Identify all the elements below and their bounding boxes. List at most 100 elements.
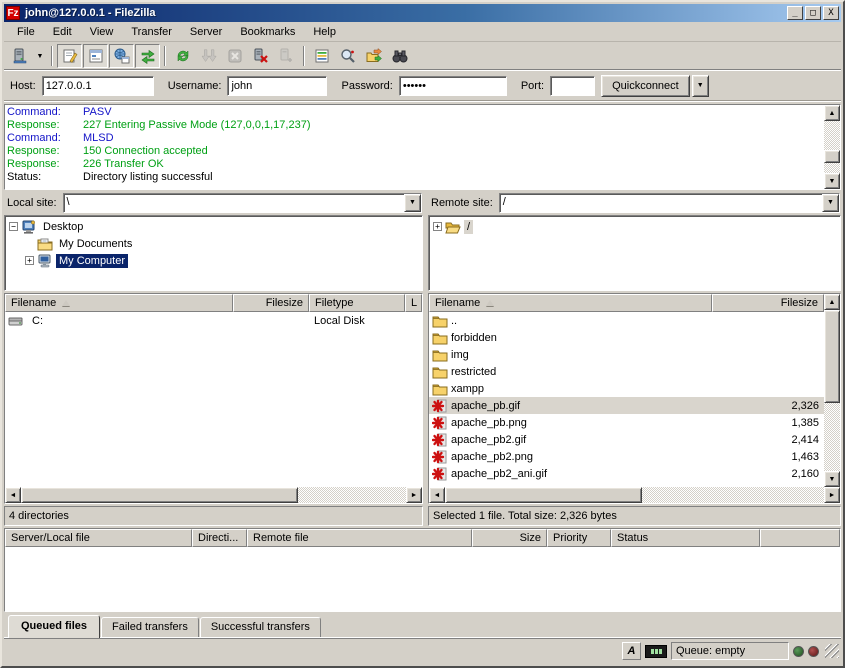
refresh-button[interactable] (170, 44, 195, 68)
tree-item-root[interactable]: + / (430, 218, 839, 235)
file-name: apache_pb2.gif (451, 434, 712, 446)
column-header-filename[interactable]: Filename (5, 294, 233, 312)
scroll-down-icon[interactable]: ▼ (824, 173, 840, 189)
expand-icon[interactable]: + (25, 256, 34, 265)
menu-server[interactable]: Server (181, 24, 231, 40)
port-input[interactable] (550, 76, 595, 96)
column-header-lastmodified[interactable]: L (405, 294, 422, 312)
scroll-left-icon[interactable]: ◄ (5, 487, 21, 503)
menu-transfer[interactable]: Transfer (122, 24, 181, 40)
menu-help[interactable]: Help (304, 24, 345, 40)
status-bar: A Queue: empty (4, 637, 841, 664)
remote-file-row[interactable]: xampp (429, 380, 824, 397)
scroll-up-icon[interactable]: ▲ (824, 105, 840, 121)
chevron-down-icon[interactable]: ▼ (404, 194, 421, 212)
remote-file-row[interactable]: .. (429, 312, 824, 329)
close-button[interactable]: X (823, 6, 839, 20)
column-header-filesize[interactable]: Filesize (233, 294, 309, 312)
minimize-button[interactable]: _ (787, 6, 803, 20)
image-file-icon (432, 449, 448, 465)
column-header-server-local-file[interactable]: Server/Local file (5, 529, 192, 547)
column-header-filename[interactable]: Filename (429, 294, 712, 312)
tab-queued-files[interactable]: Queued files (8, 615, 100, 638)
directory-comparison-button[interactable] (387, 44, 412, 68)
remote-file-row[interactable]: restricted (429, 363, 824, 380)
scroll-down-icon[interactable]: ▼ (824, 471, 840, 487)
host-input[interactable] (42, 76, 154, 96)
remote-file-row[interactable]: apache_pb2.png1,463 (429, 448, 824, 465)
activity-led-green-icon (793, 646, 804, 657)
remote-file-row[interactable]: apache_pb.png1,385 (429, 414, 824, 431)
cancel-button[interactable] (222, 44, 247, 68)
reconnect-button[interactable] (274, 44, 299, 68)
quickconnect-button[interactable]: Quickconnect (601, 75, 690, 97)
remote-file-row[interactable]: apache_pb2.gif2,414 (429, 431, 824, 448)
column-header-status[interactable]: Status (611, 529, 760, 547)
password-input[interactable] (399, 76, 507, 96)
column-header-filetype[interactable]: Filetype (309, 294, 405, 312)
directory-filters-button[interactable] (309, 44, 334, 68)
sort-ascending-icon (486, 300, 494, 306)
remote-horizontal-scrollbar[interactable]: ◄ ► (429, 487, 840, 503)
password-label: Password: (341, 80, 392, 92)
log-label: Response: (7, 158, 83, 171)
menu-bookmarks[interactable]: Bookmarks (231, 24, 304, 40)
username-label: Username: (168, 80, 222, 92)
menu-file[interactable]: File (8, 24, 44, 40)
column-header-direction[interactable]: Directi... (192, 529, 247, 547)
collapse-icon[interactable]: − (9, 222, 18, 231)
site-manager-icon (12, 48, 28, 64)
username-input[interactable] (227, 76, 327, 96)
resize-grip[interactable] (825, 644, 839, 658)
speed-limits-icon[interactable] (645, 645, 667, 658)
toggle-transfer-queue-button[interactable] (135, 44, 160, 68)
local-file-row[interactable]: C: Local Disk (5, 312, 422, 329)
tab-successful-transfers[interactable]: Successful transfers (200, 617, 321, 637)
column-header-remote-file[interactable]: Remote file (247, 529, 472, 547)
site-manager-button[interactable] (7, 44, 32, 68)
column-header-filesize[interactable]: Filesize (712, 294, 824, 312)
transfer-type-ascii-icon[interactable]: A (622, 642, 641, 660)
log-vertical-scrollbar[interactable]: ▲ ▼ (824, 105, 840, 189)
tree-item-label: My Computer (56, 254, 128, 268)
menu-view[interactable]: View (81, 24, 123, 40)
local-site-combo[interactable]: \ ▼ (63, 193, 422, 213)
maximize-button[interactable]: □ (805, 6, 821, 20)
file-search-button[interactable] (335, 44, 360, 68)
tab-failed-transfers[interactable]: Failed transfers (101, 617, 199, 637)
toggle-remote-tree-button[interactable] (109, 44, 134, 68)
open-folder-icon (445, 219, 461, 235)
quickconnect-dropdown-button[interactable]: ▼ (692, 75, 709, 97)
toggle-message-log-button[interactable] (57, 44, 82, 68)
scroll-up-icon[interactable]: ▲ (824, 294, 840, 310)
log-text: MLSD (83, 132, 114, 145)
tree-item-my-computer[interactable]: + My Computer (6, 252, 421, 269)
file-size: 2,326 (712, 400, 824, 412)
scroll-left-icon[interactable]: ◄ (429, 487, 445, 503)
remote-vertical-scrollbar[interactable]: ▲ ▼ (824, 294, 840, 487)
scroll-right-icon[interactable]: ► (824, 487, 840, 503)
menu-edit[interactable]: Edit (44, 24, 81, 40)
local-horizontal-scrollbar[interactable]: ◄ ► (5, 487, 422, 503)
image-file-icon (432, 398, 448, 414)
remote-file-row-selected[interactable]: apache_pb.gif2,326 (429, 397, 824, 414)
message-log-body: Command:PASV Response:227 Entering Passi… (5, 105, 824, 189)
scroll-right-icon[interactable]: ► (406, 487, 422, 503)
chevron-down-icon[interactable]: ▼ (822, 194, 839, 212)
tree-item-desktop[interactable]: − Desktop (6, 218, 421, 235)
folder-icon (432, 347, 448, 363)
disconnect-button[interactable] (248, 44, 273, 68)
site-manager-dropdown-button[interactable]: ▼ (33, 44, 47, 68)
remote-file-row[interactable]: forbidden (429, 329, 824, 346)
synchronized-browsing-button[interactable] (361, 44, 386, 68)
column-header-size[interactable]: Size (472, 529, 547, 547)
tree-item-my-documents[interactable]: My Documents (6, 235, 421, 252)
remote-file-row[interactable]: apache_pb2_ani.gif2,160 (429, 465, 824, 482)
process-queue-button[interactable] (196, 44, 221, 68)
column-header-priority[interactable]: Priority (547, 529, 611, 547)
toggle-local-tree-button[interactable] (83, 44, 108, 68)
remote-site-combo[interactable]: / ▼ (499, 193, 840, 213)
expand-icon[interactable]: + (433, 222, 442, 231)
remote-file-row[interactable]: img (429, 346, 824, 363)
menu-bar: File Edit View Transfer Server Bookmarks… (4, 22, 841, 42)
